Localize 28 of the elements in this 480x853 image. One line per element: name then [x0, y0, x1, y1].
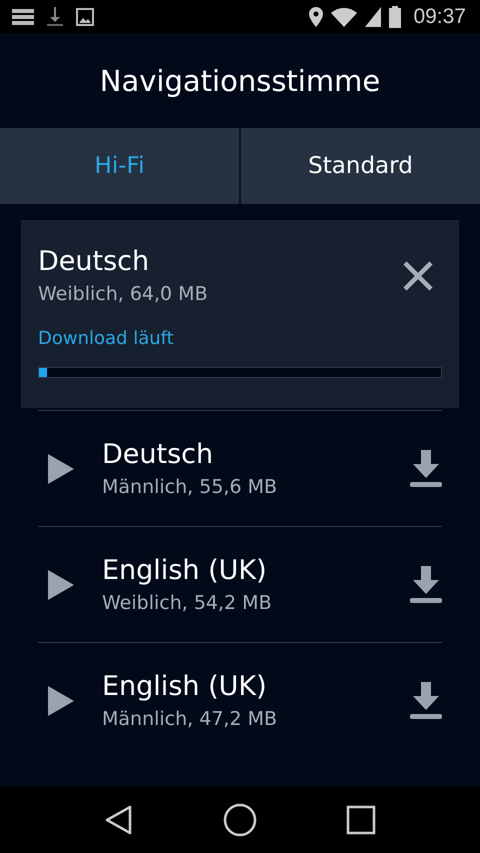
storage-icon	[12, 8, 34, 26]
voice-details: Männlich, 55,6 MB	[102, 474, 278, 500]
voice-details: Weiblich, 64,0 MB	[38, 282, 208, 307]
download-icon	[46, 6, 64, 26]
home-icon[interactable]	[222, 803, 257, 837]
voice-name: Deutsch	[38, 245, 150, 279]
voice-details: Weiblich, 54,2 MB	[102, 590, 273, 616]
location-icon	[309, 6, 324, 26]
image-icon	[76, 8, 94, 26]
download-status: Download läuft	[38, 328, 175, 349]
recents-icon[interactable]	[346, 805, 376, 835]
battery-icon	[389, 6, 402, 28]
play-icon[interactable]	[48, 454, 74, 484]
voice-details: Männlich, 47,2 MB	[102, 706, 278, 732]
download-icon[interactable]	[410, 450, 442, 488]
play-icon[interactable]	[48, 686, 74, 716]
download-icon[interactable]	[410, 682, 442, 720]
voice-name: English (UK)	[102, 670, 268, 704]
voice-name: English (UK)	[102, 554, 268, 588]
play-icon[interactable]	[48, 570, 74, 600]
signal-icon	[365, 6, 382, 26]
back-icon[interactable]	[104, 805, 134, 835]
clock: 09:37	[413, 4, 466, 28]
screen-title: Navigationsstimme	[100, 64, 380, 98]
download-icon[interactable]	[410, 566, 442, 604]
wifi-icon	[331, 6, 358, 26]
close-icon[interactable]	[402, 260, 434, 292]
voice-name: Deutsch	[102, 438, 214, 472]
